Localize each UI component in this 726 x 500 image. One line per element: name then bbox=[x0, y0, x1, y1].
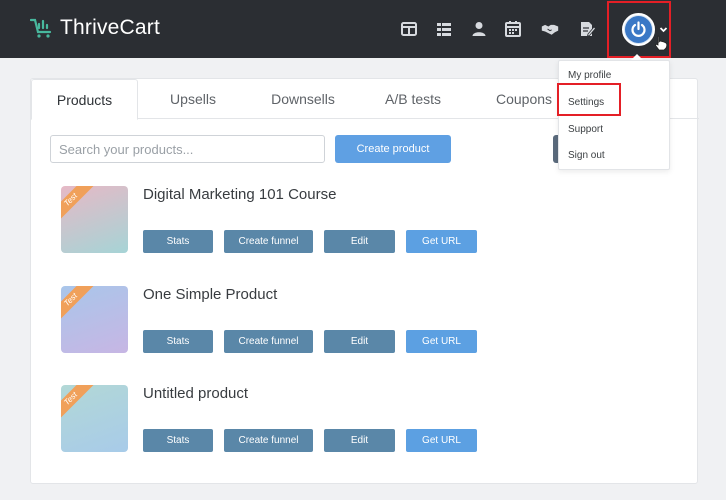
menu-item-support[interactable]: Support bbox=[568, 124, 603, 135]
tab-ab-tests[interactable]: A/B tests bbox=[358, 79, 468, 119]
user-icon[interactable] bbox=[469, 19, 489, 39]
product-thumbnail[interactable]: Test bbox=[61, 286, 128, 353]
get-url-button[interactable]: Get URL bbox=[406, 330, 477, 353]
cart-logo-icon bbox=[30, 18, 52, 38]
stats-button[interactable]: Stats bbox=[143, 330, 213, 353]
test-badge: Test bbox=[61, 385, 97, 425]
product-name[interactable]: Digital Marketing 101 Course bbox=[143, 186, 336, 203]
tab-upsells[interactable]: Upsells bbox=[138, 79, 248, 119]
get-url-button[interactable]: Get URL bbox=[406, 429, 477, 452]
list-icon[interactable] bbox=[434, 19, 454, 39]
create-funnel-button[interactable]: Create funnel bbox=[224, 230, 313, 253]
power-icon bbox=[631, 21, 646, 37]
product-name[interactable]: Untitled product bbox=[143, 385, 248, 402]
tab-products[interactable]: Products bbox=[31, 79, 138, 120]
avatar bbox=[622, 13, 668, 51]
create-funnel-button[interactable]: Create funnel bbox=[224, 429, 313, 452]
stats-button[interactable]: Stats bbox=[143, 429, 213, 452]
user-menu-button[interactable] bbox=[607, 1, 671, 58]
test-badge: Test bbox=[61, 286, 97, 326]
handshake-icon[interactable] bbox=[539, 19, 561, 39]
menu-item-my-profile[interactable]: My profile bbox=[568, 70, 611, 81]
calendar-icon[interactable] bbox=[503, 19, 523, 39]
edit-button[interactable]: Edit bbox=[324, 429, 395, 452]
product-thumbnail[interactable]: Test bbox=[61, 186, 128, 253]
search-input[interactable] bbox=[50, 135, 325, 163]
product-name[interactable]: One Simple Product bbox=[143, 286, 277, 303]
menu-item-sign-out[interactable]: Sign out bbox=[568, 150, 605, 161]
settings-highlight-box bbox=[557, 83, 621, 116]
get-url-button[interactable]: Get URL bbox=[406, 230, 477, 253]
list-item: Test Untitled product Stats Create funne… bbox=[61, 385, 661, 455]
edit-document-icon[interactable] bbox=[577, 19, 597, 39]
test-badge: Test bbox=[61, 186, 97, 226]
brand-name: ThriveCart bbox=[60, 16, 161, 39]
tab-downsells[interactable]: Downsells bbox=[248, 79, 358, 119]
list-item: Test Digital Marketing 101 Course Stats … bbox=[61, 186, 661, 256]
create-product-button[interactable]: Create product bbox=[335, 135, 451, 163]
list-item: Test One Simple Product Stats Create fun… bbox=[61, 286, 661, 356]
product-thumbnail[interactable]: Test bbox=[61, 385, 128, 452]
top-navigation-bar: ThriveCart bbox=[0, 0, 726, 58]
brand-logo[interactable]: ThriveCart bbox=[30, 16, 160, 40]
chevron-down-icon bbox=[659, 27, 668, 33]
create-funnel-button[interactable]: Create funnel bbox=[224, 330, 313, 353]
stats-button[interactable]: Stats bbox=[143, 230, 213, 253]
edit-button[interactable]: Edit bbox=[324, 330, 395, 353]
layout-icon[interactable] bbox=[399, 19, 419, 39]
edit-button[interactable]: Edit bbox=[324, 230, 395, 253]
pointer-cursor-icon bbox=[655, 35, 668, 51]
